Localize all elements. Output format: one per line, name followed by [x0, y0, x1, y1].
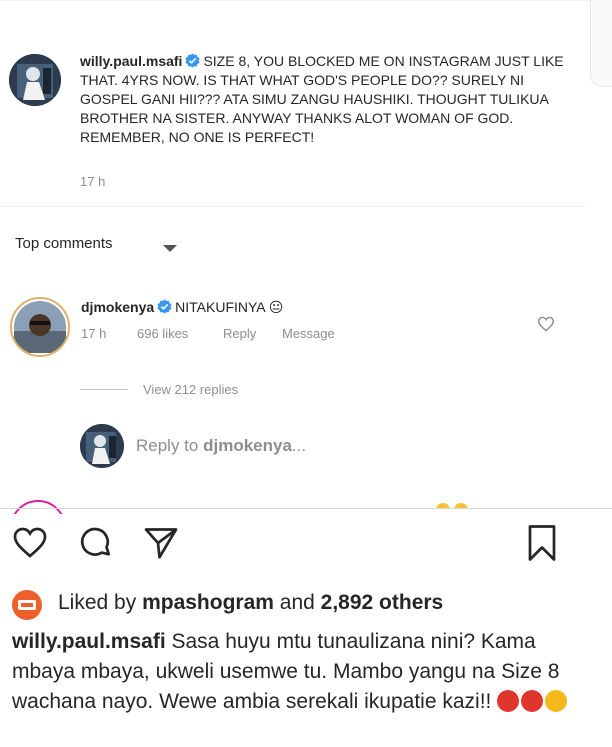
post-caption: willy.paul.msafi SIZE 8, YOU BLOCKED ME O…: [80, 52, 580, 147]
reply-target: djmokenya: [203, 436, 292, 455]
verified-badge-icon: [185, 53, 200, 68]
caption-timestamp: 17 h: [80, 174, 106, 189]
reply-prefix: Reply to: [136, 436, 204, 455]
liked-by-prefix: Liked by: [58, 591, 143, 614]
replies-line: [80, 389, 128, 390]
top-edge: [0, 0, 612, 1]
liked-by-count[interactable]: 2,892 others: [321, 591, 444, 614]
caption-divider: [0, 206, 586, 207]
comment-icon: [80, 527, 111, 556]
sort-dropdown[interactable]: [163, 240, 177, 258]
reply-avatar: [80, 424, 124, 468]
caption-username[interactable]: willy.paul.msafi: [80, 53, 182, 69]
liked-by-line: Liked by mpashogram and 2,892 others: [58, 591, 443, 615]
own-avatar-image: [80, 424, 124, 468]
avatar[interactable]: [9, 54, 61, 106]
angry-face-icon: [497, 690, 520, 712]
comment-likes[interactable]: 696 likes: [137, 326, 188, 341]
avatar-image: [9, 54, 61, 106]
floating-panel-edge: [590, 0, 612, 87]
commenter-photo: [14, 301, 66, 353]
chevron-down-icon: [163, 245, 177, 252]
liked-by-middle: and: [273, 591, 321, 614]
comment-avatar[interactable]: [10, 297, 70, 357]
view-replies-link[interactable]: View 212 replies: [143, 382, 238, 397]
liked-by-user[interactable]: mpashogram: [142, 591, 274, 614]
reply-input[interactable]: Reply to djmokenya...: [136, 436, 306, 456]
comment-line: djmokenya NITAKUFINYA 😐: [81, 299, 283, 316]
comment-timestamp: 17 h: [81, 326, 107, 341]
liker-avatar[interactable]: [12, 590, 42, 620]
reply-suffix: ...: [291, 436, 307, 455]
verified-badge-icon: [157, 299, 172, 314]
bookmark-icon: [528, 525, 556, 561]
message-button[interactable]: Message: [282, 326, 335, 341]
heart-icon: [537, 316, 555, 332]
comment-button[interactable]: [78, 525, 114, 566]
heart-icon: [13, 527, 47, 558]
save-button[interactable]: [524, 523, 560, 568]
next-comment-peek: [10, 500, 66, 514]
top-comments-label[interactable]: Top comments: [15, 235, 113, 252]
bottom-caption: willy.paul.msafi Sasa huyu mtu tunauliza…: [12, 627, 604, 717]
like-button[interactable]: [12, 526, 48, 564]
mpashogram-logo-icon: [18, 600, 36, 610]
reply-button[interactable]: Reply: [223, 326, 256, 341]
censored-face-icon: [545, 690, 568, 712]
angry-face-icon: [521, 690, 544, 712]
send-icon: [144, 528, 178, 559]
action-bar-divider: [0, 508, 612, 509]
share-button[interactable]: [143, 525, 179, 566]
comment-text: NITAKUFINYA 😐: [175, 299, 284, 315]
comment-like-button[interactable]: [537, 316, 555, 337]
comment-username[interactable]: djmokenya: [81, 299, 154, 315]
bottom-caption-username[interactable]: willy.paul.msafi: [12, 630, 166, 653]
